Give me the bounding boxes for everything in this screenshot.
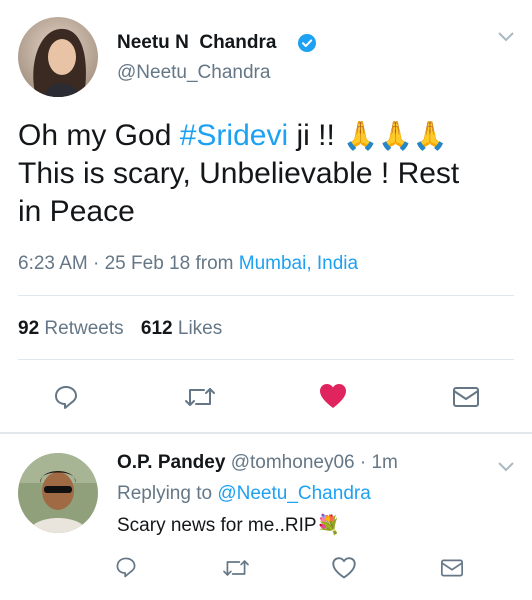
verified-badge-icon: [297, 33, 317, 53]
heart-icon: [332, 557, 356, 579]
replying-to: Replying to @Neetu_Chandra: [117, 483, 371, 505]
tweet-stats: 92 Retweets 612 Likes: [18, 318, 222, 340]
reply-author-avatar[interactable]: [18, 453, 98, 533]
tweet-date: 25 Feb 18: [104, 253, 191, 274]
location-link[interactable]: Mumbai, India: [239, 253, 358, 274]
tweet-text-line-2: This is scary, Unbelievable ! Rest: [18, 157, 460, 190]
heart-icon: [320, 384, 346, 408]
tweet-time: 6:23 AM: [18, 253, 88, 274]
section-divider: [0, 432, 532, 434]
hashtag-link[interactable]: #Sridevi: [180, 119, 288, 152]
tweet-meta: 6:23 AM · 25 Feb 18 from Mumbai, India: [18, 253, 358, 275]
bouquet-emoji: 💐: [316, 515, 341, 536]
meta-dot: ·: [93, 253, 100, 274]
author-avatar[interactable]: [18, 17, 98, 97]
likes-label: Likes: [177, 318, 223, 339]
retweet-icon: [185, 388, 215, 406]
tweet-text: Oh my God #Sridevi ji !! 🙏🙏🙏 This is sca…: [18, 117, 518, 231]
reply-text-content: Scary news for me..RIP: [117, 515, 317, 536]
reply-author-name[interactable]: O.P. Pandey: [117, 452, 225, 473]
reply-like-button[interactable]: [331, 556, 357, 580]
like-button[interactable]: [318, 382, 348, 410]
replying-to-handle[interactable]: @Neetu_Chandra: [217, 483, 370, 504]
reply-reply-button[interactable]: [114, 555, 138, 579]
chevron-down-icon[interactable]: [497, 30, 515, 48]
tweet-text-start: Oh my God: [18, 119, 180, 152]
author-name[interactable]: Neetu N Chandra: [117, 32, 276, 54]
message-icon: [453, 387, 479, 407]
retweets-count: 92: [18, 318, 40, 339]
reply-dot: ·: [359, 452, 367, 473]
reply-time: 1m: [371, 452, 398, 473]
reply-header: O.P. Pandey @tomhoney06 · 1m: [117, 452, 398, 474]
replying-to-label: Replying to: [117, 483, 213, 504]
reply-chevron-down-icon[interactable]: [497, 460, 515, 478]
reply-retweet-button[interactable]: [222, 556, 250, 580]
reply-direct-message-button[interactable]: [440, 557, 464, 579]
author-handle[interactable]: @Neetu_Chandra: [117, 62, 270, 84]
retweets-stat[interactable]: 92 Retweets: [18, 318, 129, 339]
retweet-icon: [223, 560, 249, 576]
reply-icon: [116, 557, 136, 578]
likes-count: 612: [140, 318, 173, 339]
divider: [18, 359, 514, 360]
tweet-text-line-1: Oh my God #Sridevi ji !! 🙏🙏🙏: [18, 117, 518, 155]
tweet-text-end: ji !!: [288, 119, 344, 152]
reply-icon: [55, 386, 77, 409]
retweet-button[interactable]: [184, 383, 216, 411]
message-icon: [441, 559, 463, 577]
prayer-emoji: 🙏🙏🙏: [343, 120, 448, 151]
tweet-text-line-3: in Peace: [18, 195, 135, 228]
reply-button[interactable]: [52, 383, 80, 411]
reply-text: Scary news for me..RIP💐: [117, 513, 340, 537]
from-label: from: [195, 253, 234, 274]
direct-message-button[interactable]: [452, 384, 480, 410]
divider: [18, 295, 514, 296]
reply-author-handle[interactable]: @tomhoney06: [231, 452, 355, 473]
retweets-label: Retweets: [44, 318, 124, 339]
likes-stat[interactable]: 612 Likes: [141, 318, 222, 339]
